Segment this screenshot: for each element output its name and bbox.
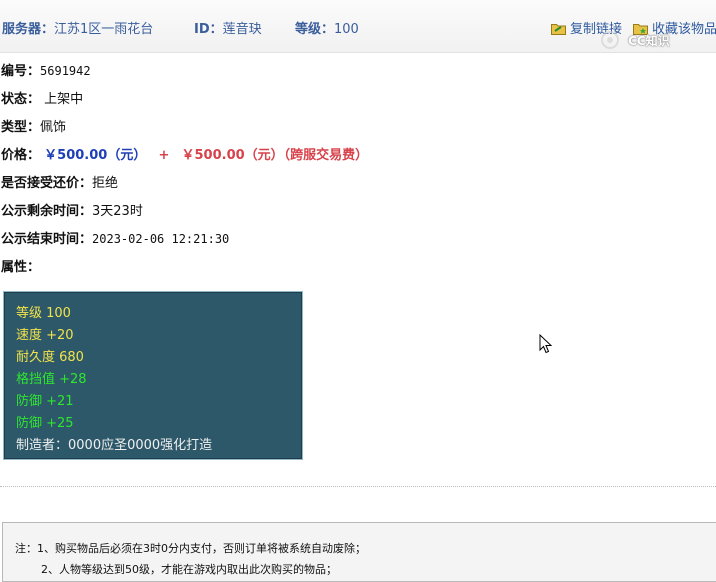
note-line-1: 注：1、购买物品后必须在3时0分内支付，否则订单将被系统自动废除；: [15, 542, 366, 555]
price-plus: +: [158, 148, 170, 163]
attributes-label: 属性：: [1, 260, 41, 275]
counter-offer-row: 是否接受还价：拒绝: [1, 172, 118, 191]
mouse-cursor-icon: [539, 334, 553, 354]
counter-offer-value: 拒绝: [92, 176, 119, 191]
attributes-row: 属性：: [1, 256, 40, 275]
folder-link-icon: [551, 24, 566, 35]
attr-speed: 速度 +20: [16, 328, 74, 343]
attr-block: 格挡值 +28: [16, 372, 87, 387]
server-value: 江苏1区一雨花台: [54, 22, 154, 37]
type-label: 类型：: [1, 120, 41, 135]
end-time-value: 2023-02-06 12:21:30: [92, 232, 230, 246]
item-number-label: 编号：: [1, 64, 41, 79]
level-value: 100: [334, 22, 359, 37]
attr-defense-2: 防御 +25: [16, 416, 74, 431]
item-number-value: 5691942: [40, 64, 91, 78]
note-line-2: 2、人物等级达到50级，才能在游戏内取出此次购买的物品；: [41, 563, 337, 576]
status-label: 状态：: [1, 92, 41, 107]
remaining-time-label: 公示剩余时间：: [1, 204, 93, 219]
status-row: 状态： 上架中: [1, 88, 83, 107]
id-value: 莲音玦: [222, 22, 262, 37]
remaining-time-value: 3天23时: [92, 204, 143, 219]
attributes-panel: 等级 100 速度 +20 耐久度 680 格挡值 +28 防御 +21 防御 …: [3, 291, 303, 460]
counter-offer-label: 是否接受还价：: [1, 176, 93, 191]
price-label: 价格：: [1, 148, 41, 163]
attr-durability: 耐久度 680: [16, 350, 84, 365]
id-label: ID：: [194, 22, 223, 37]
watermark-text: CC知识: [628, 34, 670, 48]
attr-level: 等级 100: [16, 306, 71, 321]
level-info: 等级：100: [295, 18, 359, 37]
id-info: ID：莲音玦: [194, 18, 262, 37]
server-info: 服务器：江苏1区一雨花台: [2, 18, 153, 37]
purchase-notes: 注：1、购买物品后必须在3时0分内支付，否则订单将被系统自动废除； 2、人物等级…: [2, 522, 716, 582]
attr-maker: 制造者：0000应圣0000强化打造: [16, 438, 213, 453]
price-fee: ￥500.00（元）（跨服交易费）: [181, 148, 369, 163]
price-main: ￥500.00（元）: [44, 148, 147, 163]
section-divider: [0, 486, 716, 487]
type-row: 类型：佩饰: [1, 116, 66, 135]
type-value: 佩饰: [40, 120, 67, 135]
item-number-row: 编号：5691942: [1, 60, 91, 79]
server-label: 服务器：: [2, 22, 55, 37]
end-time-row: 公示结束时间：2023-02-06 12:21:30: [1, 228, 229, 247]
price-row: 价格： ￥500.00（元） + ￥500.00（元）（跨服交易费）: [1, 144, 368, 163]
remaining-time-row: 公示剩余时间：3天23时: [1, 200, 143, 219]
status-value: 上架中: [44, 92, 84, 107]
end-time-label: 公示结束时间：: [1, 232, 93, 247]
attr-defense-1: 防御 +21: [16, 394, 74, 409]
level-label: 等级：: [295, 22, 335, 37]
